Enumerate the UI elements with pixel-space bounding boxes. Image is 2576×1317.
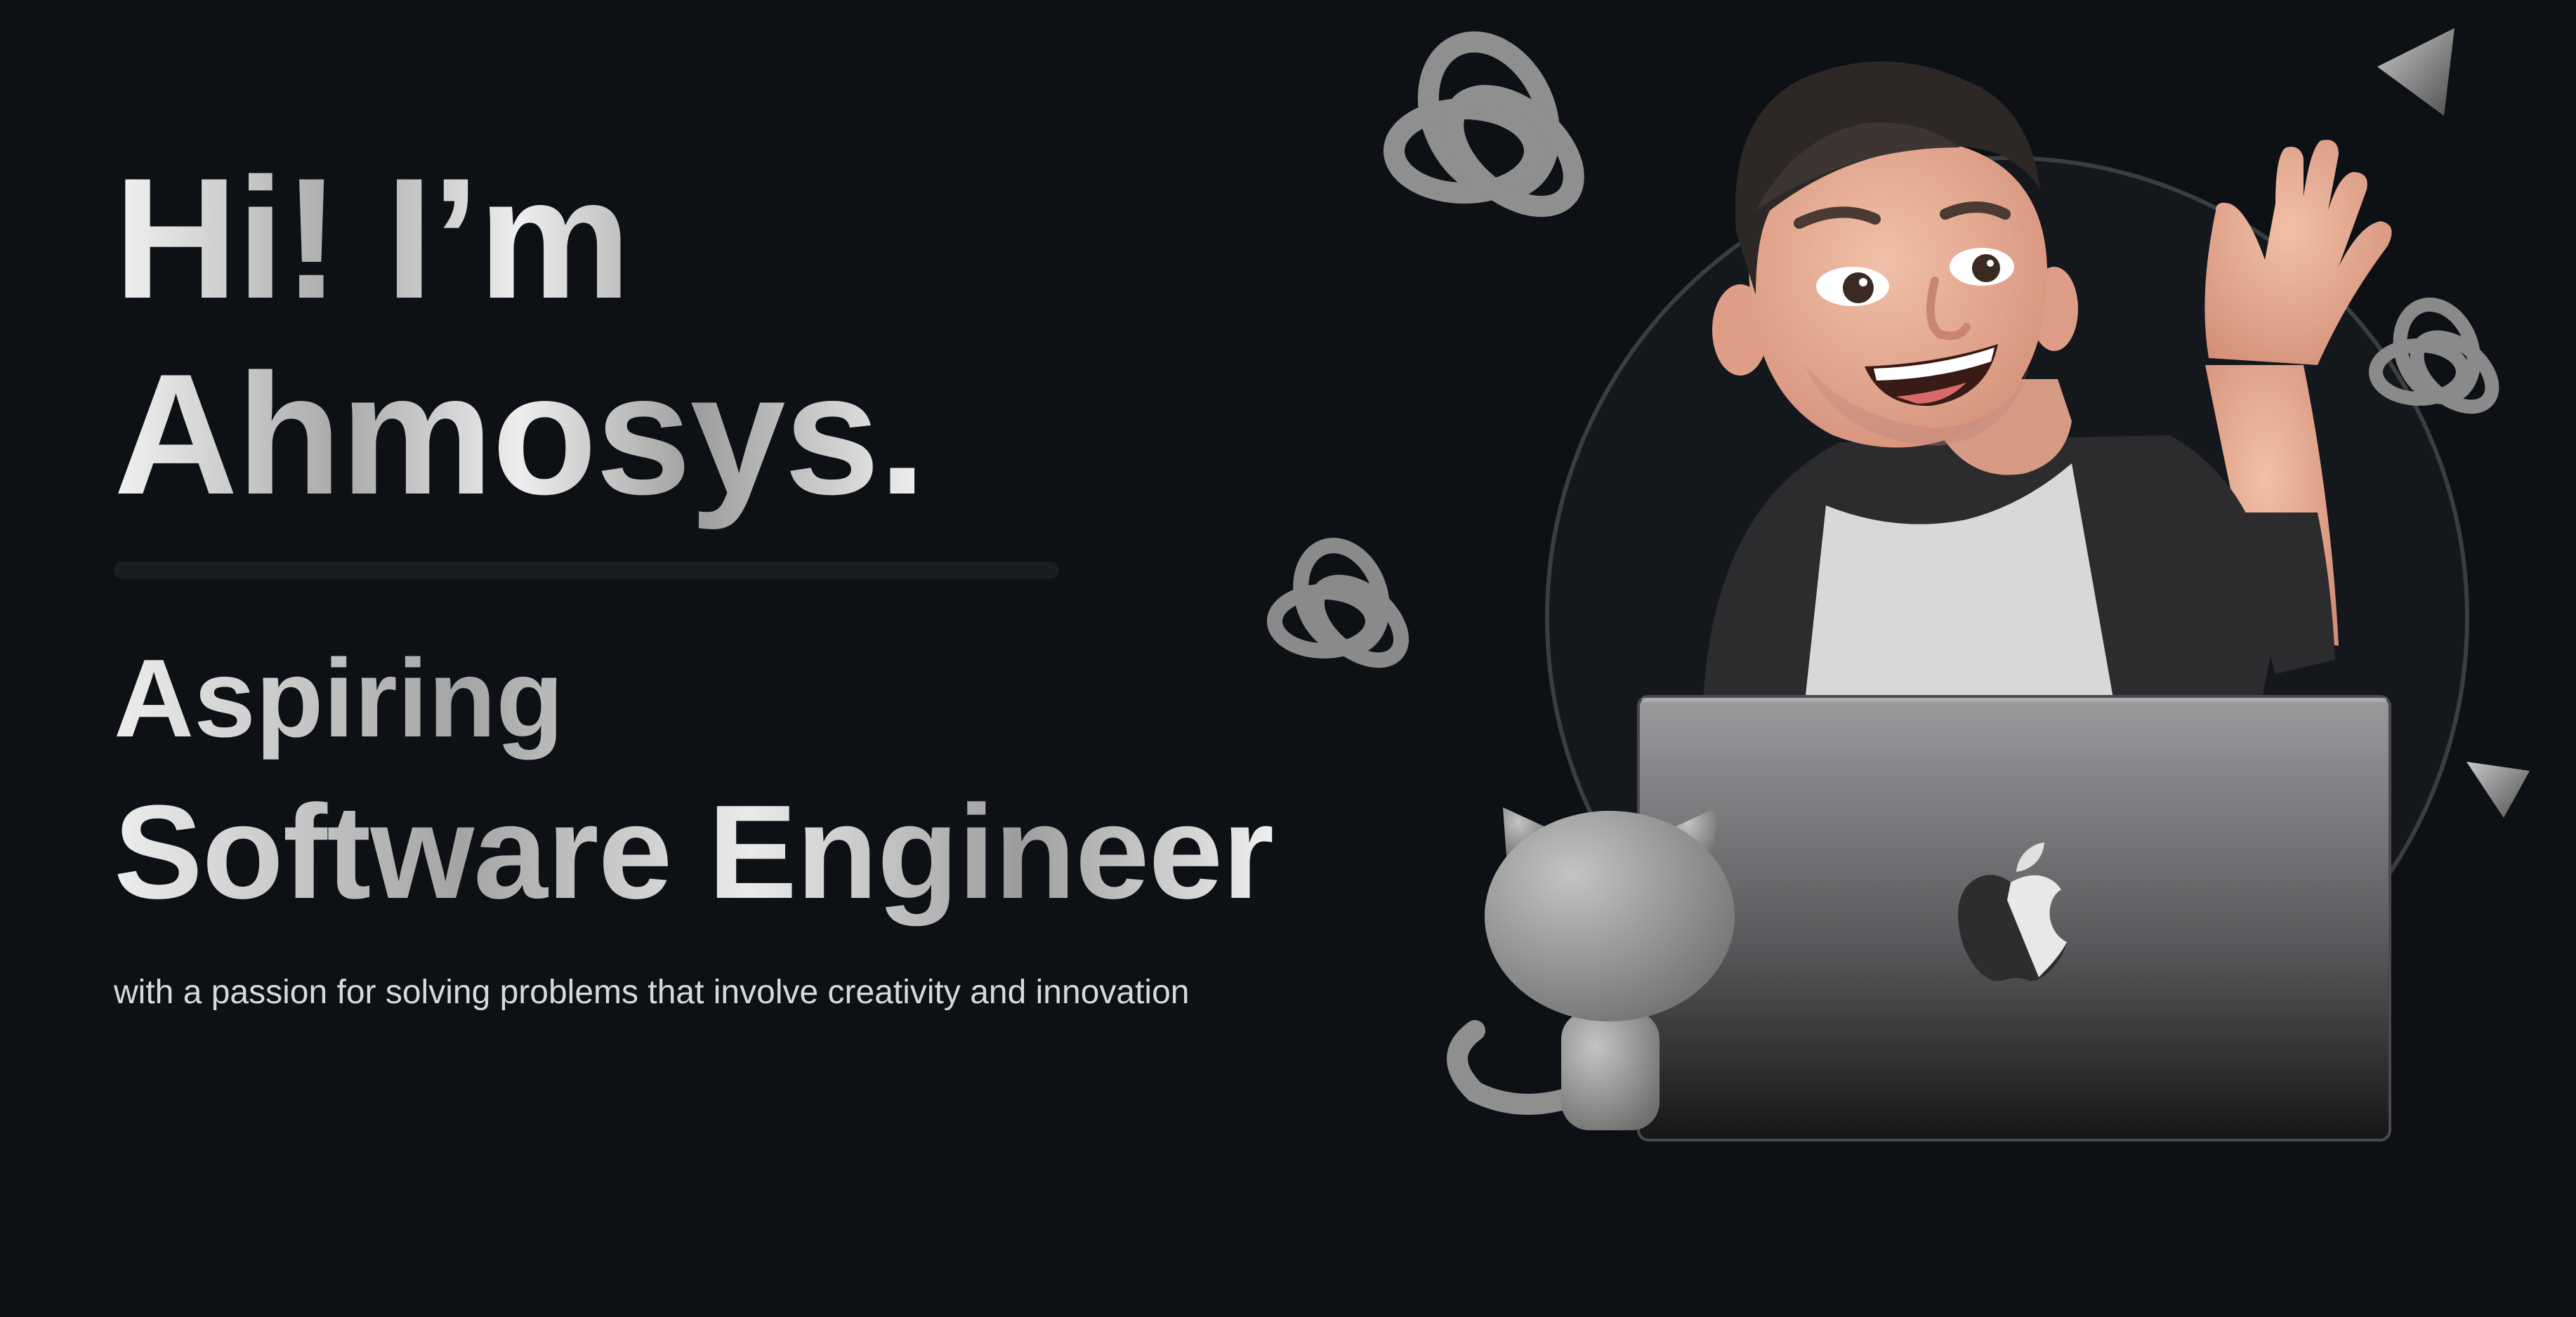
cone-shape [2377,28,2455,116]
laptop-with-apple-logo [1637,695,2391,1141]
memoji-avatar-waving [1703,61,2392,702]
greeting-line-1: Hi! I’m [114,140,925,336]
role-line-1: Aspiring [114,635,1273,763]
hero-greeting: Hi! I’m Ahmosys. [114,140,926,533]
hero-role: Aspiring Software Engineer [114,635,1274,929]
torus-knot-shape [1384,31,1584,218]
hero-illustration [1264,0,2576,1317]
hero-section: Hi! I’m Ahmosys. Aspiring Software Engin… [0,0,2576,1317]
torus-knot-shape [2369,297,2499,414]
torus-knot-shape [1267,538,1409,668]
cone-shape [2466,762,2530,818]
hero-tagline: with a passion for solving problems that… [114,974,1190,1011]
role-line-2: Software Engineer [114,776,1274,929]
greeting-name: Ahmosys. [114,336,926,532]
divider [114,562,1059,578]
